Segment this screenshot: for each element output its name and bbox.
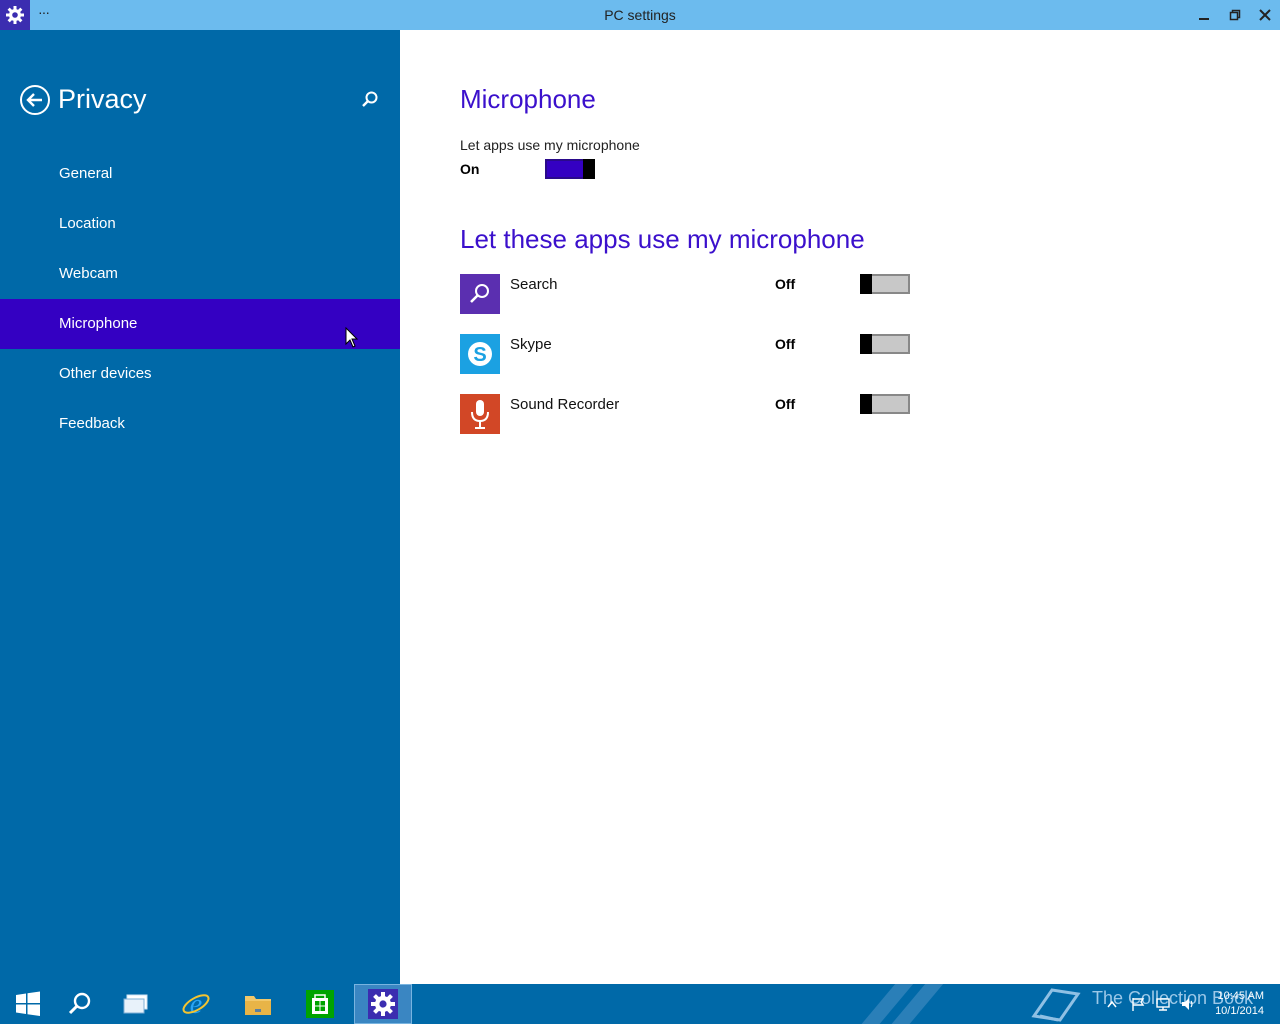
skype-icon: S: [468, 342, 492, 366]
sidebar-heading: Privacy: [58, 84, 147, 114]
file-explorer-button[interactable]: [230, 984, 286, 1024]
task-view-icon: [123, 994, 148, 1014]
store-button[interactable]: [292, 984, 348, 1024]
show-hidden-icons-icon[interactable]: [1104, 996, 1120, 1012]
toggle-knob: [860, 274, 872, 294]
master-toggle-state: On: [460, 161, 480, 177]
restore-icon: [1229, 9, 1240, 21]
taskbar-search-button[interactable]: [52, 984, 108, 1024]
sidebar-item-other-devices[interactable]: Other devices: [0, 349, 400, 399]
skype-microphone-toggle[interactable]: [860, 334, 910, 354]
restore-button[interactable]: [1219, 0, 1250, 30]
start-button[interactable]: [0, 984, 56, 1024]
windows-logo-icon: [16, 991, 40, 1016]
title-bar: ··· PC settings: [0, 0, 1280, 30]
app-state-skype: Off: [775, 336, 796, 352]
volume-icon[interactable]: [1180, 996, 1196, 1012]
toggle-knob: [860, 394, 872, 414]
app-state-sound-recorder: Off: [775, 396, 796, 412]
apps-section-title: Let these apps use my microphone: [460, 224, 865, 254]
main-content: Microphone Let apps use my microphone On…: [400, 30, 1280, 984]
internet-explorer-icon: e: [182, 989, 210, 1020]
app-name-sound-recorder: Sound Recorder: [510, 396, 620, 413]
minimize-icon: [1198, 18, 1209, 20]
back-arrow-icon[interactable]: [19, 84, 51, 116]
page-title: Microphone: [460, 84, 596, 114]
app-name-skype: Skype: [510, 336, 552, 353]
sound-recorder-microphone-toggle[interactable]: [860, 394, 910, 414]
toggle-knob: [583, 159, 595, 179]
sidebar-item-webcam[interactable]: Webcam: [0, 249, 400, 299]
app-tile-search: [460, 274, 500, 314]
settings-gear-icon: [368, 989, 398, 1019]
app-tile-sound-recorder: [460, 394, 500, 434]
network-icon[interactable]: [1155, 996, 1171, 1012]
window-title: PC settings: [604, 7, 676, 23]
task-view-button[interactable]: [108, 984, 164, 1024]
search-icon: [470, 284, 489, 303]
search-icon: [68, 992, 91, 1015]
toggle-knob: [860, 334, 872, 354]
folder-icon: [245, 996, 271, 1015]
system-clock[interactable]: 10:45 AM 10/1/2014: [1215, 989, 1264, 1019]
internet-explorer-button[interactable]: e: [168, 984, 224, 1024]
master-microphone-toggle[interactable]: [545, 159, 595, 179]
svg-text:e: e: [190, 989, 202, 1020]
sidebar-item-general[interactable]: General: [0, 149, 400, 199]
clock-date: 10/1/2014: [1215, 1005, 1264, 1017]
microphone-icon: [471, 400, 489, 429]
clock-time: 10:45 AM: [1217, 990, 1264, 1002]
app-state-search: Off: [775, 276, 796, 292]
mouse-cursor-icon: [345, 327, 359, 348]
app-name-search: Search: [510, 276, 558, 293]
store-icon: [306, 990, 334, 1018]
search-icon[interactable]: [361, 90, 379, 108]
book-logo-icon: [1031, 988, 1081, 1022]
app-tile-skype: S: [460, 334, 500, 374]
taskbar: e The Collection Book 10:45 AM 10/1/2014: [0, 984, 1280, 1024]
svg-text:S: S: [473, 344, 486, 366]
sidebar: Privacy General Location Webcam Micropho…: [0, 30, 400, 984]
sidebar-item-microphone[interactable]: Microphone: [0, 299, 400, 349]
master-toggle-label: Let apps use my microphone: [460, 137, 640, 153]
close-button[interactable]: [1249, 0, 1280, 30]
action-center-flag-icon[interactable]: [1130, 996, 1146, 1012]
close-icon: [1258, 9, 1271, 21]
sidebar-item-feedback[interactable]: Feedback: [0, 399, 400, 449]
minimize-button[interactable]: [1188, 0, 1219, 30]
sidebar-item-location[interactable]: Location: [0, 199, 400, 249]
search-microphone-toggle[interactable]: [860, 274, 910, 294]
pc-settings-taskbar-button[interactable]: [354, 984, 412, 1024]
